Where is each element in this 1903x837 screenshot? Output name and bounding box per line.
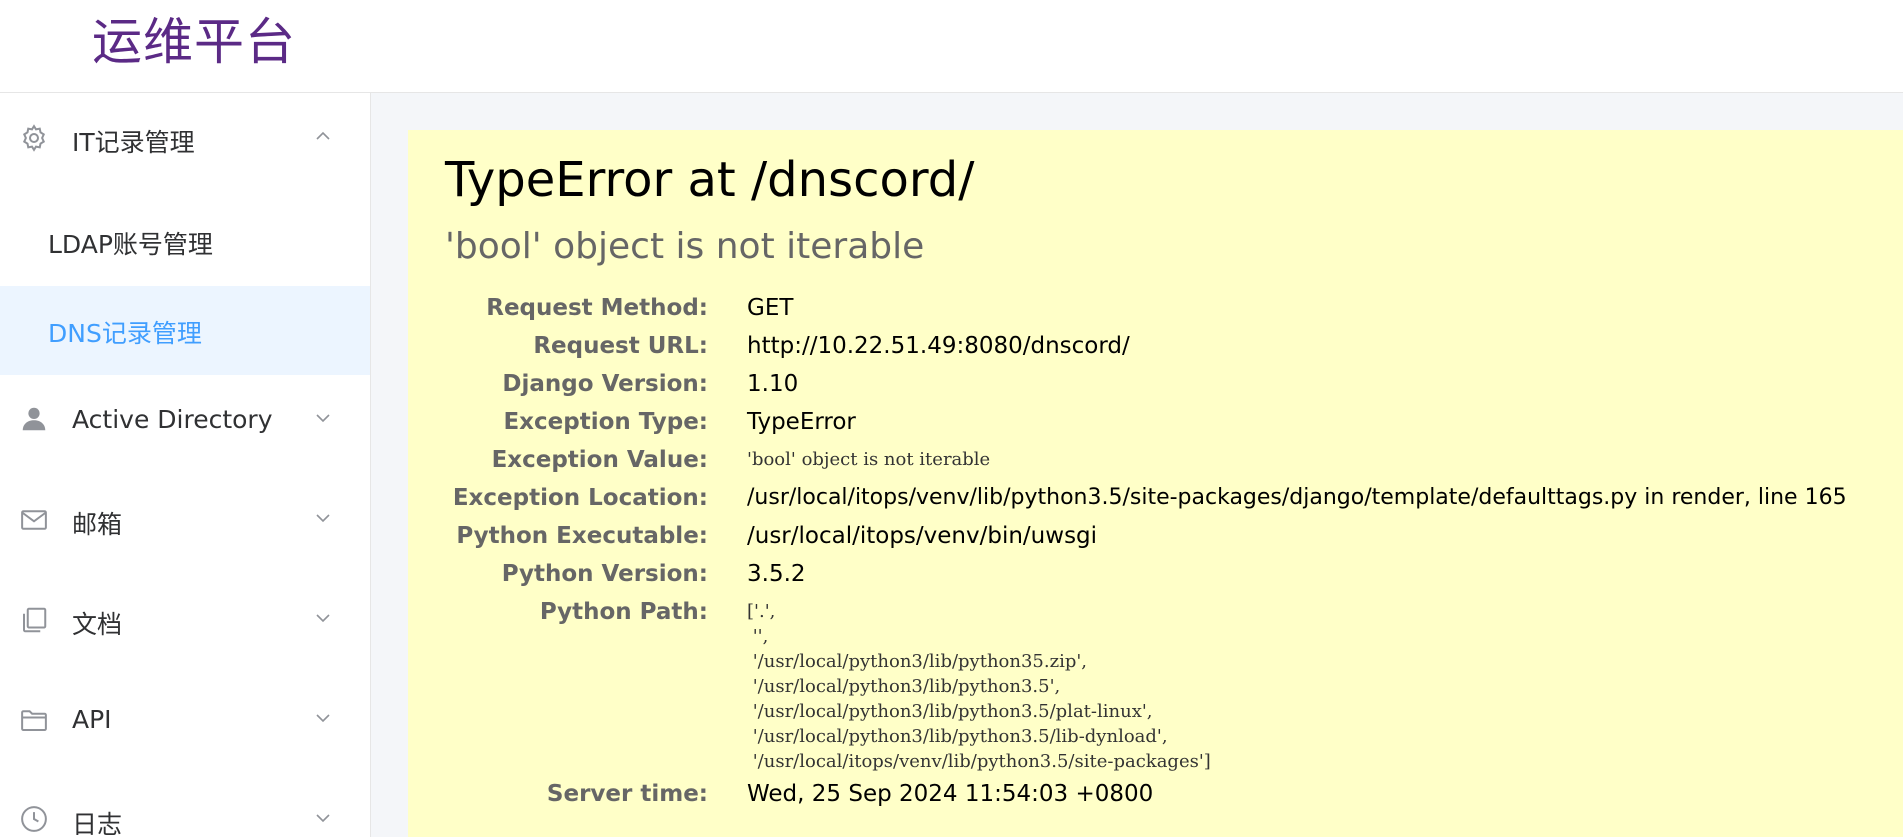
meta-value: TypeError <box>747 409 856 435</box>
sidebar-group-active-directory[interactable]: Active Directory <box>0 375 370 475</box>
sidebar-group-label: IT记录管理 <box>72 128 195 157</box>
top-header: 运维平台 <box>0 0 1903 93</box>
error-summary-panel: TypeError at /dnscord/ 'bool' object is … <box>408 130 1903 837</box>
meta-key: Request URL: <box>533 333 708 359</box>
meta-key: Django Version: <box>502 371 708 397</box>
folder-icon <box>19 705 49 735</box>
meta-value: http://10.22.51.49:8080/dnscord/ <box>747 333 1130 359</box>
sidebar-item-label: DNS记录管理 <box>48 319 202 348</box>
mail-icon <box>19 505 49 535</box>
sidebar-group-docs[interactable]: 文档 <box>0 575 370 675</box>
python-path-value: ['.', '', '/usr/local/python3/lib/python… <box>747 601 1211 772</box>
sidebar-group-label: 文档 <box>72 610 123 639</box>
error-subtitle: 'bool' object is not iterable <box>445 226 925 267</box>
meta-key: Python Path: <box>539 599 708 625</box>
meta-key: Server time: <box>546 781 708 807</box>
sidebar-item-label: LDAP账号管理 <box>48 230 213 259</box>
meta-value: 1.10 <box>747 371 799 397</box>
copy-document-icon <box>19 605 49 635</box>
sidebar-group-label: 日志 <box>72 810 123 837</box>
meta-key: Python Executable: <box>456 523 708 549</box>
sidebar-group-label: Active Directory <box>72 405 273 434</box>
meta-value: /usr/local/itops/venv/bin/uwsgi <box>747 523 1098 549</box>
meta-key: Exception Location: <box>452 485 708 511</box>
sidebar-item-ldap[interactable]: LDAP账号管理 <box>0 197 370 286</box>
main-content: TypeError at /dnscord/ 'bool' object is … <box>371 93 1903 837</box>
chevron-down-icon <box>313 408 333 428</box>
sidebar-group-logs[interactable]: 日志 <box>0 775 370 837</box>
sidebar-group-api[interactable]: API <box>0 675 370 775</box>
error-title: TypeError at /dnscord/ <box>445 152 975 208</box>
clock-icon <box>19 804 49 834</box>
chevron-down-icon <box>313 508 333 528</box>
meta-value: Wed, 25 Sep 2024 11:54:03 +0800 <box>747 781 1154 807</box>
chevron-up-icon <box>313 126 333 146</box>
chevron-down-icon <box>313 808 333 828</box>
meta-key: Python Version: <box>501 561 708 587</box>
meta-value: 3.5.2 <box>747 561 806 587</box>
sidebar-group-it-records[interactable]: IT记录管理 <box>0 93 370 183</box>
meta-value: /usr/local/itops/venv/lib/python3.5/site… <box>747 485 1847 510</box>
sidebar-menu: IT记录管理 LDAP账号管理 DNS记录管理 Active Directory <box>0 93 371 837</box>
sidebar-item-dns[interactable]: DNS记录管理 <box>0 286 370 375</box>
chevron-down-icon <box>313 608 333 628</box>
meta-key: Request Method: <box>486 295 708 321</box>
user-icon <box>19 404 49 434</box>
meta-value: 'bool' object is not iterable <box>747 449 991 470</box>
meta-key: Exception Value: <box>491 447 708 473</box>
meta-value: GET <box>747 295 794 321</box>
sidebar-group-label: 邮箱 <box>72 510 123 539</box>
chevron-down-icon <box>313 708 333 728</box>
sidebar-group-mail[interactable]: 邮箱 <box>0 475 370 575</box>
meta-key: Exception Type: <box>503 409 708 435</box>
brand-title[interactable]: 运维平台 <box>92 14 296 70</box>
gear-icon <box>19 123 49 153</box>
sidebar-group-label: API <box>72 705 112 734</box>
